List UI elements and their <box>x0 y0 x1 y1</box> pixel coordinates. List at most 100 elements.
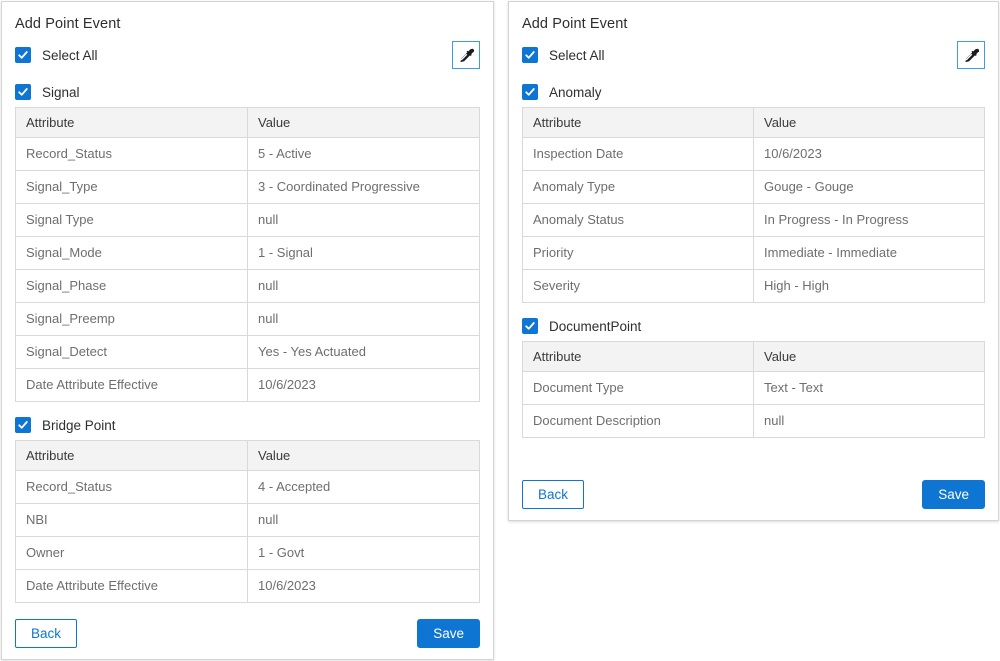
attribute-cell: Signal_Preemp <box>16 303 248 336</box>
select-all-checkbox[interactable] <box>522 47 538 63</box>
value-cell: 4 - Accepted <box>248 471 480 504</box>
back-button[interactable]: Back <box>522 480 584 509</box>
anomaly-label: Anomaly <box>549 85 602 100</box>
value-cell: High - High <box>754 270 985 303</box>
eyedropper-button[interactable] <box>957 41 985 69</box>
attribute-cell: Priority <box>523 237 754 270</box>
check-icon <box>17 419 29 431</box>
attribute-cell: Record_Status <box>16 138 248 171</box>
save-button[interactable]: Save <box>417 619 480 648</box>
documentpoint-checkbox-row[interactable]: DocumentPoint <box>522 318 985 334</box>
value-cell: 1 - Signal <box>248 237 480 270</box>
table-row: Owner1 - Govt <box>16 537 480 570</box>
select-all-label: Select All <box>42 48 98 63</box>
panel-footer: Back Save <box>15 605 480 648</box>
table-header-row: Attribute Value <box>16 441 480 471</box>
group-row-bridge-point: Bridge Point <box>15 417 480 433</box>
page: Add Point Event Select All Signal Attrib… <box>0 0 1000 661</box>
anomaly-checkbox-row[interactable]: Anomaly <box>522 84 985 100</box>
table-row: Document Descriptionnull <box>523 405 985 438</box>
select-all-checkbox[interactable] <box>15 47 31 63</box>
bridge-point-checkbox-row[interactable]: Bridge Point <box>15 417 480 433</box>
value-cell: null <box>248 504 480 537</box>
documentpoint-label: DocumentPoint <box>549 319 641 334</box>
table-row: PriorityImmediate - Immediate <box>523 237 985 270</box>
attribute-cell: Signal_Mode <box>16 237 248 270</box>
attribute-cell: Signal Type <box>16 204 248 237</box>
eyedropper-button[interactable] <box>452 41 480 69</box>
table-row: Record_Status4 - Accepted <box>16 471 480 504</box>
table-row: Signal_DetectYes - Yes Actuated <box>16 336 480 369</box>
eyedropper-icon <box>459 48 474 63</box>
column-header-value: Value <box>754 342 985 372</box>
select-all-row: Select All <box>522 41 985 69</box>
group-row-signal: Signal <box>15 84 480 100</box>
attribute-cell: Owner <box>16 537 248 570</box>
add-point-event-panel-right: Add Point Event Select All Anomaly Attri… <box>508 1 999 521</box>
attribute-cell: Signal_Type <box>16 171 248 204</box>
anomaly-attribute-table: Attribute Value Inspection Date10/6/2023… <box>522 107 985 303</box>
table-header-row: Attribute Value <box>16 108 480 138</box>
attribute-cell: Document Description <box>523 405 754 438</box>
anomaly-checkbox[interactable] <box>522 84 538 100</box>
value-cell: Text - Text <box>754 372 985 405</box>
signal-checkbox-row[interactable]: Signal <box>15 84 480 100</box>
attribute-cell: NBI <box>16 504 248 537</box>
table-row: Record_Status5 - Active <box>16 138 480 171</box>
select-all-row: Select All <box>15 41 480 69</box>
value-cell: null <box>248 270 480 303</box>
value-cell: In Progress - In Progress <box>754 204 985 237</box>
signal-checkbox[interactable] <box>15 84 31 100</box>
attribute-cell: Inspection Date <box>523 138 754 171</box>
signal-label: Signal <box>42 85 80 100</box>
page-title: Add Point Event <box>522 16 985 32</box>
attribute-cell: Signal_Detect <box>16 336 248 369</box>
attribute-cell: Signal_Phase <box>16 270 248 303</box>
column-header-value: Value <box>754 108 985 138</box>
table-row: Anomaly StatusIn Progress - In Progress <box>523 204 985 237</box>
eyedropper-icon <box>964 48 979 63</box>
bridge-point-checkbox[interactable] <box>15 417 31 433</box>
attribute-cell: Anomaly Type <box>523 171 754 204</box>
panel-footer: Back Save <box>522 480 985 509</box>
documentpoint-attribute-table: Attribute Value Document TypeText - Text… <box>522 341 985 438</box>
column-header-attribute: Attribute <box>523 342 754 372</box>
check-icon <box>524 86 536 98</box>
value-cell: null <box>754 405 985 438</box>
table-row: Date Attribute Effective10/6/2023 <box>16 369 480 402</box>
column-header-value: Value <box>248 441 480 471</box>
value-cell: 5 - Active <box>248 138 480 171</box>
table-row: SeverityHigh - High <box>523 270 985 303</box>
column-header-value: Value <box>248 108 480 138</box>
value-cell: 3 - Coordinated Progressive <box>248 171 480 204</box>
check-icon <box>524 320 536 332</box>
select-all-checkbox-row[interactable]: Select All <box>522 47 605 63</box>
table-row: Inspection Date10/6/2023 <box>523 138 985 171</box>
back-button[interactable]: Back <box>15 619 77 648</box>
signal-attribute-table: Attribute Value Record_Status5 - Active … <box>15 107 480 402</box>
attribute-cell: Severity <box>523 270 754 303</box>
column-header-attribute: Attribute <box>16 108 248 138</box>
table-row: Document TypeText - Text <box>523 372 985 405</box>
table-row: Date Attribute Effective10/6/2023 <box>16 570 480 603</box>
table-row: NBInull <box>16 504 480 537</box>
value-cell: null <box>248 303 480 336</box>
bridge-point-attribute-table: Attribute Value Record_Status4 - Accepte… <box>15 440 480 603</box>
select-all-checkbox-row[interactable]: Select All <box>15 47 98 63</box>
table-header-row: Attribute Value <box>523 342 985 372</box>
attribute-cell: Date Attribute Effective <box>16 570 248 603</box>
table-row: Anomaly TypeGouge - Gouge <box>523 171 985 204</box>
select-all-label: Select All <box>549 48 605 63</box>
table-row: Signal Typenull <box>16 204 480 237</box>
add-point-event-panel-left: Add Point Event Select All Signal Attrib… <box>1 1 494 660</box>
table-row: Signal_Type3 - Coordinated Progressive <box>16 171 480 204</box>
save-button[interactable]: Save <box>922 480 985 509</box>
value-cell: Gouge - Gouge <box>754 171 985 204</box>
documentpoint-checkbox[interactable] <box>522 318 538 334</box>
group-row-anomaly: Anomaly <box>522 84 985 100</box>
table-row: Signal_Mode1 - Signal <box>16 237 480 270</box>
value-cell: 10/6/2023 <box>248 369 480 402</box>
value-cell: 10/6/2023 <box>248 570 480 603</box>
table-row: Signal_Preempnull <box>16 303 480 336</box>
column-header-attribute: Attribute <box>523 108 754 138</box>
